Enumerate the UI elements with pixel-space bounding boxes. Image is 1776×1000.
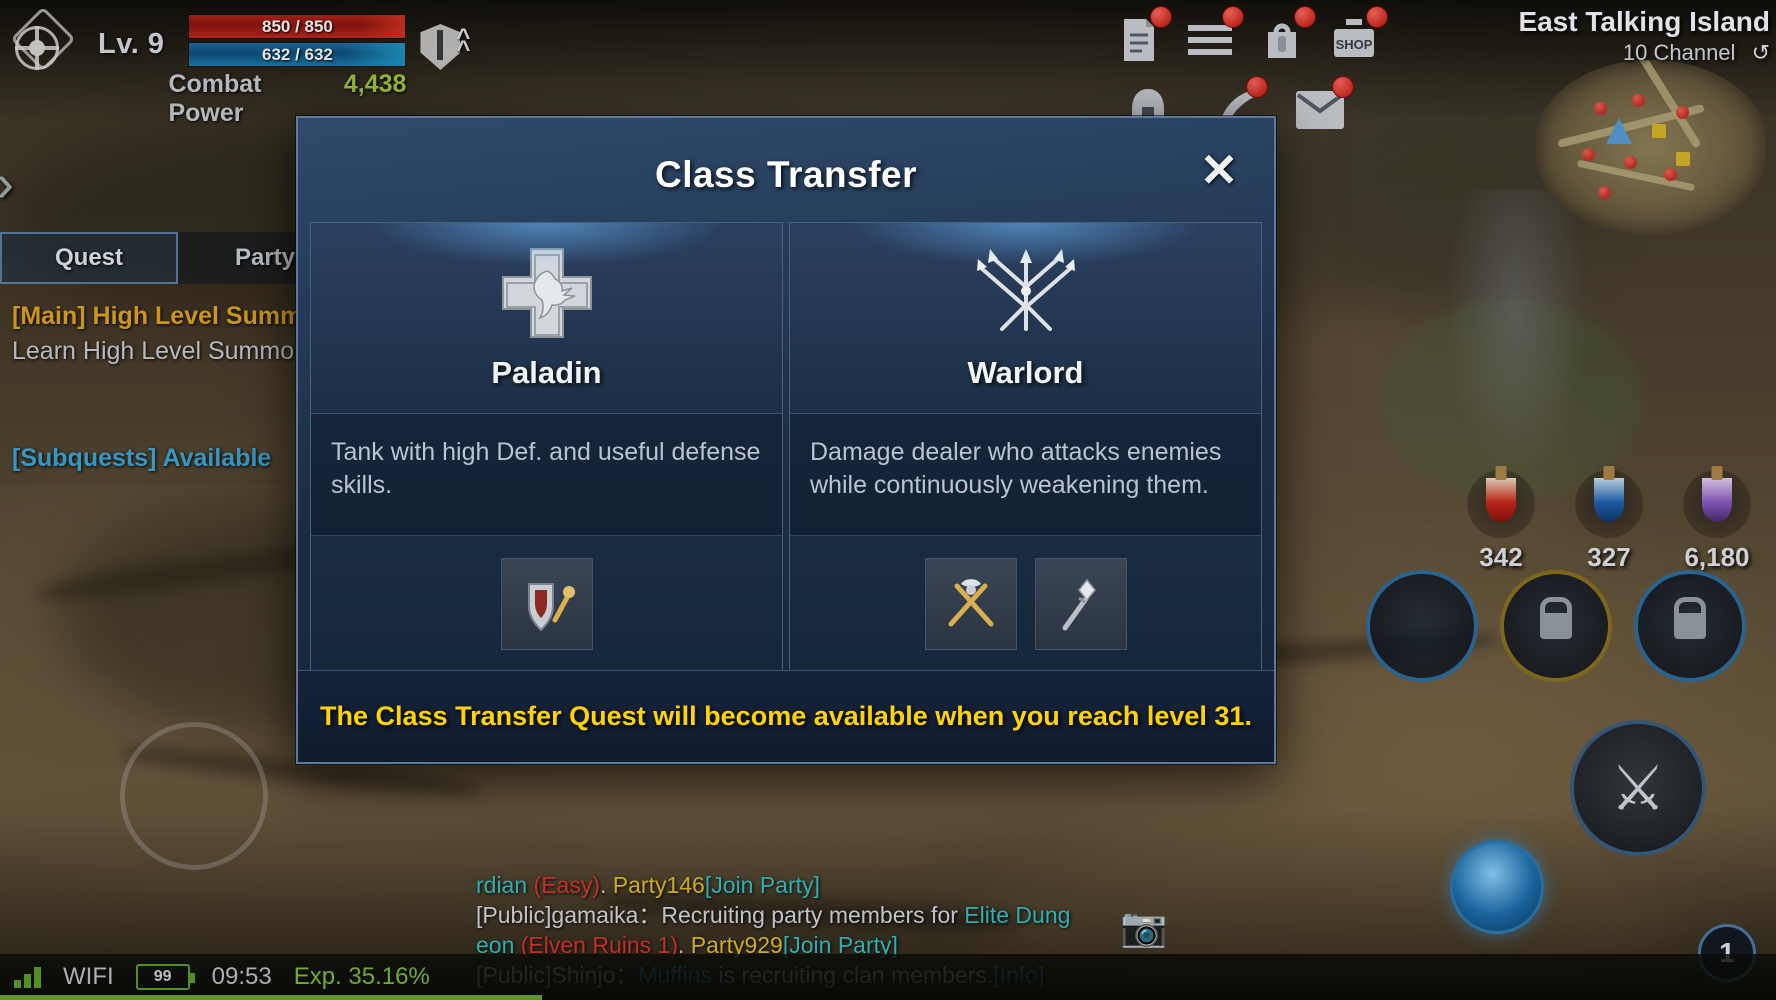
paladin-cross-griffin-icon [495,239,599,347]
dialog-title: Class Transfer [654,154,918,195]
warlord-description: Damage dealer who attacks enemies while … [790,413,1261,535]
close-icon[interactable]: ✕ [1194,147,1244,198]
paladin-name: Paladin [491,355,602,390]
warlord-name: Warlord [967,355,1084,390]
class-card-paladin[interactable]: Paladin Tank with high Def. and useful d… [310,222,783,672]
warlord-crossed-spears-icon [962,239,1090,347]
paladin-description: Tank with high Def. and useful defense s… [311,413,782,535]
class-transfer-dialog: Class Transfer ✕ Paladin Tank with high … [296,116,1276,764]
refresh-icon[interactable]: ↺ [1752,40,1770,66]
spear-icon[interactable] [1034,557,1127,650]
crossed-axes-icon[interactable] [924,557,1017,650]
warlord-header: Warlord [790,223,1261,413]
paladin-header: Paladin [311,223,782,413]
channel-label: 10 Channel [1622,40,1736,65]
warlord-weapons [790,535,1261,671]
level-requirement-note: The Class Transfer Quest will become ava… [298,670,1274,762]
shield-and-mace-icon[interactable] [500,557,593,650]
class-card-warlord[interactable]: Warlord Damage dealer who attacks enemie… [789,222,1262,672]
channel-row[interactable]: 10 Channel ↺ [1518,40,1770,66]
location-info: East Talking Island 10 Channel ↺ [1518,6,1770,66]
class-card-list: Paladin Tank with high Def. and useful d… [310,222,1262,672]
location-name: East Talking Island [1518,6,1770,37]
paladin-weapons [311,535,782,671]
